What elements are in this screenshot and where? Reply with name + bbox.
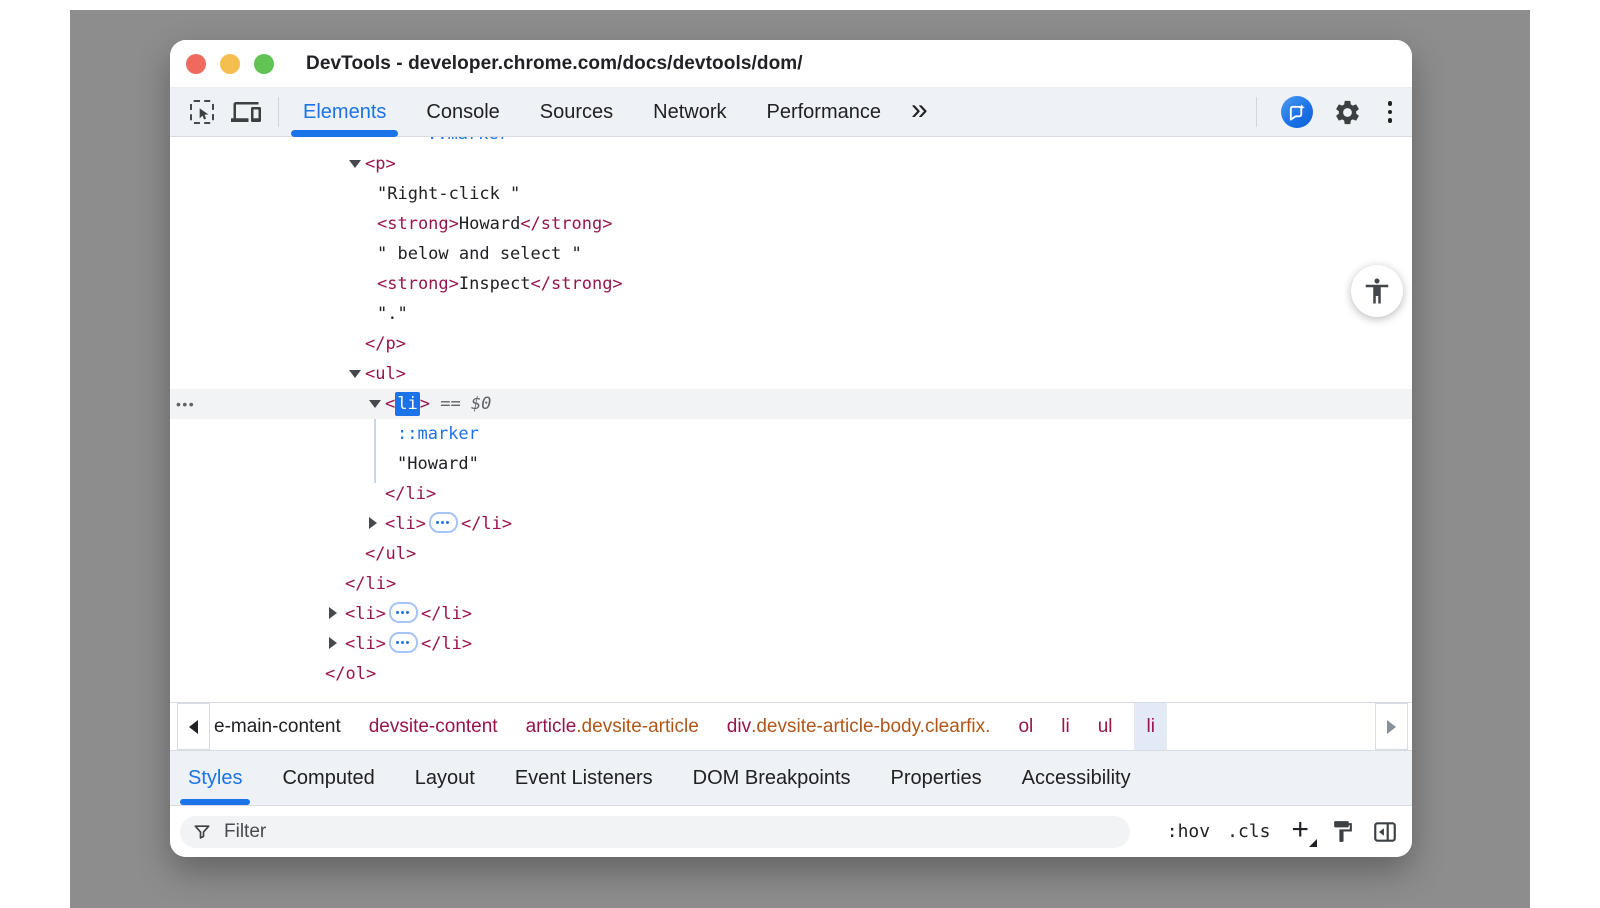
- collapsed-ellipsis-icon[interactable]: [429, 512, 458, 533]
- breadcrumb-item[interactable]: ul: [1098, 703, 1113, 750]
- filter-input[interactable]: [222, 820, 1122, 844]
- breadcrumb-bar: e-main-content devsite-content article.dev…: [170, 702, 1412, 750]
- breadcrumb-item[interactable]: div.devsite-article-body.clearfix.: [727, 703, 991, 750]
- devtools-toolbar: ElementsConsoleSourcesNetworkPerformance…: [170, 88, 1412, 137]
- tree-row[interactable]: </li>: [170, 569, 1412, 599]
- filter-bar-right-group: :hov .cls +: [1167, 819, 1398, 845]
- toggle-element-classes-button[interactable]: .cls: [1227, 821, 1270, 842]
- tree-row[interactable]: <strong>Howard</strong>: [170, 209, 1412, 239]
- sidebar-panel-tabs: Styles Computed Layout Event Listeners DOM B…: [170, 750, 1412, 805]
- maximize-button[interactable]: [254, 54, 274, 74]
- ai-assistant-button[interactable]: [1281, 96, 1313, 128]
- toolbar-right-group: [1252, 96, 1399, 128]
- collapse-arrow-icon[interactable]: [329, 637, 337, 649]
- breadcrumb-item-selected[interactable]: li: [1134, 703, 1166, 750]
- panel-tab-dom-breakpoints[interactable]: DOM Breakpoints: [693, 751, 851, 805]
- breadcrumb-item[interactable]: ol: [1018, 703, 1033, 750]
- dom-tree-panel: ::marker<p>"Right-click "<strong>Howard<…: [170, 137, 1412, 702]
- expand-arrow-icon[interactable]: [349, 370, 361, 378]
- window-title: DevTools - developer.chrome.com/docs/dev…: [306, 53, 803, 75]
- collapse-arrow-icon[interactable]: [369, 517, 377, 529]
- breadcrumb-scroll-right-button[interactable]: [1375, 703, 1408, 750]
- new-style-rule-button[interactable]: +: [1287, 815, 1313, 845]
- tab-sources[interactable]: Sources: [520, 88, 633, 136]
- panel-tab-styles[interactable]: Styles: [188, 751, 242, 805]
- tree-guide-line: [374, 419, 376, 483]
- tree-row[interactable]: "Right-click ": [170, 179, 1412, 209]
- accessibility-overlay-button[interactable]: [1351, 265, 1403, 317]
- tree-row[interactable]: ::marker: [170, 419, 1412, 449]
- tree-row[interactable]: </ul>: [170, 539, 1412, 569]
- tree-row[interactable]: <strong>Inspect</strong>: [170, 269, 1412, 299]
- expand-arrow-icon[interactable]: [349, 160, 361, 168]
- title-bar: DevTools - developer.chrome.com/docs/dev…: [170, 40, 1412, 88]
- panel-tab-accessibility[interactable]: Accessibility: [1022, 751, 1131, 805]
- breadcrumb-list: e-main-content devsite-content article.dev…: [214, 703, 1370, 750]
- breadcrumb-item[interactable]: article.devsite-article: [526, 703, 699, 750]
- tree-row[interactable]: </p>: [170, 329, 1412, 359]
- tree-row[interactable]: <p>: [170, 149, 1412, 179]
- devices-icon: [231, 97, 261, 127]
- panel-tab-layout[interactable]: Layout: [415, 751, 475, 805]
- inspect-element-button[interactable]: [186, 96, 218, 128]
- tree-row[interactable]: " below and select ": [170, 239, 1412, 269]
- tree-row[interactable]: ::marker: [170, 137, 1412, 149]
- toolbar-divider: [278, 97, 279, 127]
- panel-tab-properties[interactable]: Properties: [891, 751, 982, 805]
- more-tabs-button[interactable]: »: [901, 95, 938, 125]
- tree-row[interactable]: <li></li>: [170, 599, 1412, 629]
- breadcrumb-item[interactable]: li: [1061, 703, 1069, 750]
- toggle-sidebar-button[interactable]: [1372, 819, 1398, 845]
- tab-performance[interactable]: Performance: [747, 88, 902, 136]
- minimize-button[interactable]: [220, 54, 240, 74]
- settings-button[interactable]: [1333, 98, 1362, 127]
- tree-row-selected[interactable]: •••<li> == $0: [170, 389, 1412, 419]
- breadcrumb-item[interactable]: e-main-content: [214, 703, 341, 750]
- tree-row[interactable]: </ol>: [170, 659, 1412, 689]
- inspect-cursor-icon: [190, 100, 214, 124]
- paint-roller-icon: [1330, 819, 1355, 844]
- tab-network[interactable]: Network: [633, 88, 746, 136]
- toolbar-right-divider: [1256, 97, 1257, 127]
- filter-pill: [180, 816, 1130, 848]
- close-button[interactable]: [186, 54, 206, 74]
- tree-row[interactable]: "Howard": [170, 449, 1412, 479]
- expand-arrow-icon[interactable]: [369, 400, 381, 408]
- filter-funnel-icon: [192, 822, 212, 842]
- main-tabs: ElementsConsoleSourcesNetworkPerformance: [283, 88, 901, 136]
- right-arrow-icon: [1387, 720, 1396, 734]
- panel-tab-computed[interactable]: Computed: [282, 751, 374, 805]
- settings-gear-icon: [1333, 98, 1362, 127]
- device-toolbar-button[interactable]: [230, 96, 262, 128]
- tree-row[interactable]: <ul>: [170, 359, 1412, 389]
- row-actions-dots[interactable]: •••: [176, 389, 195, 419]
- format-paint-button[interactable]: [1330, 819, 1355, 844]
- dock-sidebar-icon: [1372, 819, 1398, 845]
- collapsed-ellipsis-icon[interactable]: [389, 602, 418, 623]
- tab-elements[interactable]: Elements: [283, 88, 406, 136]
- tree-row[interactable]: ".": [170, 299, 1412, 329]
- collapse-arrow-icon[interactable]: [329, 607, 337, 619]
- accessibility-person-icon: [1362, 276, 1392, 306]
- left-arrow-icon: [189, 720, 198, 734]
- panel-tab-event-listeners[interactable]: Event Listeners: [515, 751, 653, 805]
- tab-console[interactable]: Console: [406, 88, 519, 136]
- styles-filter-bar: :hov .cls +: [170, 805, 1412, 857]
- breadcrumb-scroll-left-button[interactable]: [177, 703, 210, 750]
- tree-row[interactable]: <li></li>: [170, 629, 1412, 659]
- collapsed-ellipsis-icon[interactable]: [389, 632, 418, 653]
- breadcrumb-item[interactable]: devsite-content: [369, 703, 498, 750]
- kebab-menu-button[interactable]: [1382, 101, 1399, 123]
- ai-assistant-icon: [1287, 103, 1306, 122]
- tree-row[interactable]: <li></li>: [170, 509, 1412, 539]
- toggle-pseudo-classes-button[interactable]: :hov: [1167, 821, 1210, 842]
- devtools-window: DevTools - developer.chrome.com/docs/dev…: [170, 40, 1412, 857]
- tree-row[interactable]: </li>: [170, 479, 1412, 509]
